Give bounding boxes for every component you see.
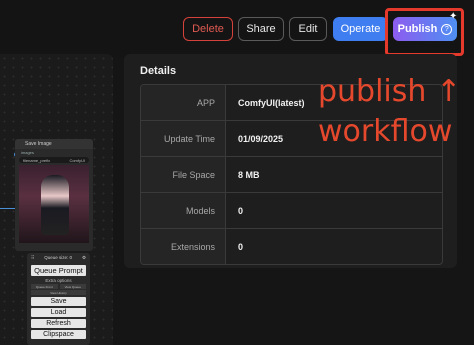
edit-button[interactable]: Edit <box>289 17 327 41</box>
generated-image-preview <box>19 165 89 243</box>
row-label: Update Time <box>141 121 226 156</box>
save-image-node[interactable]: Save Image images filename_prefix ComfyU… <box>15 139 93 251</box>
annotation-line-1: publish ↑ <box>318 74 462 109</box>
details-row-models: Models 0 <box>141 193 442 229</box>
view-history-button[interactable]: View History <box>31 290 86 295</box>
details-row-file-space: File Space 8 MB <box>141 157 442 193</box>
row-value: 0 <box>238 241 244 252</box>
share-button[interactable]: Share <box>238 17 284 41</box>
publish-workflow-annotation: publish ↑ workflow <box>318 72 461 152</box>
row-label: Extensions <box>141 229 226 264</box>
annotation-line-2: workflow <box>318 114 453 149</box>
settings-icon[interactable]: ⚙ <box>82 255 86 261</box>
node-title: Save Image <box>15 139 93 149</box>
drag-handle-icon[interactable]: ⠿ <box>31 255 34 261</box>
queue-prompt-button[interactable]: Queue Prompt <box>31 265 86 276</box>
publish-highlight-box <box>385 8 464 56</box>
row-label: APP <box>141 85 226 120</box>
operate-button[interactable]: Operate <box>333 17 388 41</box>
load-button[interactable]: Load <box>31 308 86 317</box>
queue-front-button[interactable]: Queue Front <box>31 284 58 289</box>
row-label: File Space <box>141 157 226 192</box>
view-queue-button[interactable]: View Queue <box>59 284 86 289</box>
node-output-label: images <box>21 150 34 155</box>
row-label: Models <box>141 193 226 228</box>
field-name: filename_prefix <box>23 157 51 163</box>
queue-panel: ⠿ Queue size: 0 ⚙ Queue Prompt Extra opt… <box>27 253 90 345</box>
top-toolbar: Delete Share Edit Operate Publish ? ✦ <box>0 0 474 58</box>
save-button[interactable]: Save <box>31 297 86 306</box>
refresh-button[interactable]: Refresh <box>31 319 86 328</box>
extra-options-checkbox[interactable]: Extra options <box>27 278 90 283</box>
field-value: ComfyUI <box>69 157 85 163</box>
character-figure <box>41 175 69 235</box>
filename-prefix-field[interactable]: filename_prefix ComfyUI <box>19 157 89 163</box>
queue-size-label: Queue size: 0 <box>44 255 73 260</box>
details-title: Details <box>140 65 177 77</box>
row-value: 8 MB <box>238 169 260 180</box>
clipspace-button[interactable]: Clipspace <box>31 330 86 339</box>
row-value: 0 <box>238 205 244 216</box>
delete-button[interactable]: Delete <box>183 17 233 41</box>
node-connection-wire <box>0 208 16 209</box>
details-row-extensions: Extensions 0 <box>141 229 442 264</box>
